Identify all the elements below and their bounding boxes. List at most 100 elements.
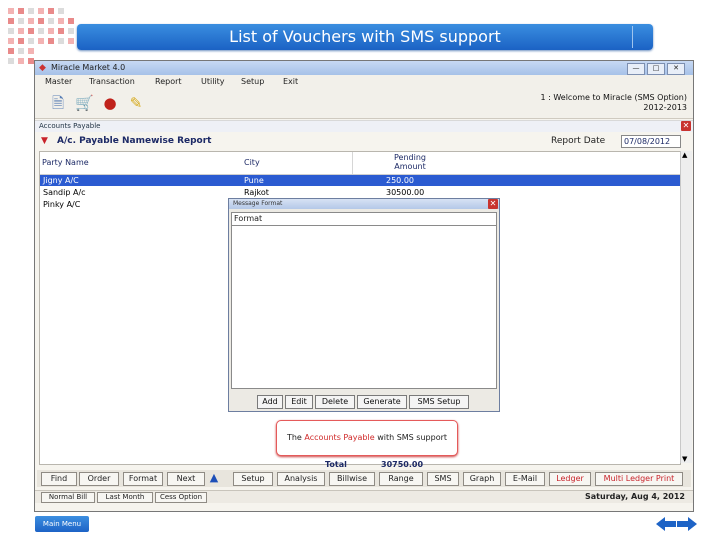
decorative-dot <box>58 38 64 44</box>
callout-suffix: with SMS support <box>377 433 448 442</box>
find-button[interactable]: Find <box>41 472 77 486</box>
next-button[interactable]: Next <box>167 472 205 486</box>
maximize-button[interactable]: □ <box>647 63 665 75</box>
decorative-dot <box>38 38 44 44</box>
decorative-dot <box>18 48 24 54</box>
email-button[interactable]: E-Mail <box>505 472 545 486</box>
menu-exit[interactable]: Exit <box>283 75 298 88</box>
status-date: Saturday, Aug 4, 2012 <box>585 492 685 501</box>
new-document-icon[interactable]: 🗎 <box>49 94 67 112</box>
dropdown-arrow-icon[interactable]: ▼ <box>41 133 48 149</box>
message-format-dialog: Message Format ✕ Format Add Edit Delete … <box>228 198 500 412</box>
analysis-button[interactable]: Analysis <box>277 472 325 486</box>
decorative-dot <box>28 8 34 14</box>
edit-button[interactable]: Edit <box>285 395 313 409</box>
billwise-button[interactable]: Billwise <box>329 472 375 486</box>
last-month-button[interactable]: Last Month <box>97 492 153 503</box>
decorative-dot <box>68 38 74 44</box>
decorative-dot <box>28 38 34 44</box>
menu-report[interactable]: Report <box>155 75 182 88</box>
delete-button[interactable]: Delete <box>315 395 355 409</box>
graph-button[interactable]: Graph <box>463 472 501 486</box>
decorative-dot <box>8 48 14 54</box>
menu-utility[interactable]: Utility <box>201 75 225 88</box>
order-button[interactable]: Order <box>79 472 119 486</box>
report-date-label: Report Date <box>551 136 606 146</box>
callout-highlight: Accounts Payable <box>304 433 375 442</box>
column-header-party-name[interactable]: Party Name <box>42 158 89 167</box>
menu-setup[interactable]: Setup <box>241 75 264 88</box>
decorative-dot <box>8 8 14 14</box>
decorative-dot <box>28 28 34 34</box>
close-button[interactable]: ✕ <box>667 63 685 75</box>
grid-vertical-scrollbar[interactable]: ▲ ▼ <box>680 151 692 463</box>
decorative-dot <box>8 58 14 64</box>
total-label: Total <box>325 460 347 469</box>
cell-party: Sandip A/c <box>43 188 86 197</box>
accounts-payable-close-button[interactable]: ✕ <box>681 121 691 131</box>
decorative-dot <box>18 28 24 34</box>
callout-prefix: The <box>286 433 302 442</box>
range-button[interactable]: Range <box>379 472 423 486</box>
normal-bill-button[interactable]: Normal Bill <box>41 492 95 503</box>
minimize-button[interactable]: — <box>627 63 645 75</box>
menu-master[interactable]: Master <box>45 75 72 88</box>
up-triangle-icon[interactable]: ▲ <box>207 472 221 484</box>
decorative-dot <box>8 18 14 24</box>
toolbar: 🗎 🛒 ● ✎ 1 : Welcome to Miracle (SMS Opti… <box>35 88 693 119</box>
welcome-line-1: 1 : Welcome to Miracle (SMS Option) <box>540 93 687 102</box>
slide-title: List of Vouchers with SMS support <box>229 27 501 46</box>
decorative-dot <box>48 38 54 44</box>
message-format-title: Message Format <box>233 200 283 207</box>
cell-party: Jigny A/C <box>43 176 79 185</box>
app-title-bar: ◆ Miracle Market 4.0 — □ ✕ <box>35 61 693 75</box>
report-title: A/c. Payable Namewise Report <box>57 136 212 146</box>
decorative-dot <box>58 8 64 14</box>
decorative-dot <box>28 48 34 54</box>
format-column-header: Format <box>231 212 497 226</box>
setup-button[interactable]: Setup <box>233 472 273 486</box>
welcome-line-2: 2012-2013 <box>643 103 687 112</box>
message-format-close-button[interactable]: ✕ <box>488 199 498 209</box>
table-row[interactable]: Jigny A/C Pune 250.00 <box>40 175 680 186</box>
status-bar: Normal Bill Last Month Cess Option Satur… <box>35 490 693 503</box>
cess-option-button[interactable]: Cess Option <box>155 492 207 503</box>
scroll-up-icon[interactable]: ▲ <box>682 151 687 159</box>
column-header-pending-amount[interactable]: Pending Amount <box>382 153 438 171</box>
cart-icon[interactable]: 🛒 <box>75 94 94 112</box>
sms-setup-button[interactable]: SMS Setup <box>409 395 469 409</box>
format-button[interactable]: Format <box>123 472 163 486</box>
slide-title-bar: List of Vouchers with SMS support <box>77 24 653 50</box>
accounts-payable-titlebar: Accounts Payable ✕ <box>35 120 693 132</box>
generate-button[interactable]: Generate <box>357 395 407 409</box>
add-button[interactable]: Add <box>257 395 283 409</box>
next-arrow-icon[interactable] <box>677 517 697 531</box>
decorative-dot <box>58 18 64 24</box>
menu-transaction[interactable]: Transaction <box>89 75 135 88</box>
report-date-field[interactable]: 07/08/2012 <box>621 135 681 148</box>
decorative-dot <box>18 8 24 14</box>
column-header-city[interactable]: City <box>244 158 260 167</box>
money-bag-icon[interactable]: ● <box>101 94 119 112</box>
previous-arrow-icon[interactable] <box>656 517 676 531</box>
edit-note-icon[interactable]: ✎ <box>127 94 145 112</box>
decorative-dot <box>38 28 44 34</box>
table-row[interactable]: Sandip A/c Rajkot 30500.00 <box>40 187 680 198</box>
decorative-dot <box>18 58 24 64</box>
decorative-dot-grid <box>8 8 78 68</box>
app-window-title: Miracle Market 4.0 <box>51 63 126 72</box>
welcome-message: 1 : Welcome to Miracle (SMS Option) 2012… <box>540 93 687 113</box>
main-menu-button[interactable]: Main Menu <box>35 516 89 532</box>
decorative-dot <box>28 18 34 24</box>
ledger-button[interactable]: Ledger <box>549 472 591 486</box>
callout-note: The Accounts Payable with SMS support <box>276 420 458 456</box>
cell-amount: 30500.00 <box>386 188 425 197</box>
format-list[interactable] <box>231 225 497 389</box>
decorative-dot <box>18 18 24 24</box>
cell-amount: 250.00 <box>386 176 414 185</box>
multi-ledger-print-button[interactable]: Multi Ledger Print <box>595 472 683 486</box>
decorative-dot <box>38 18 44 24</box>
bottom-button-bar: Find Order Format Next ▲ Setup Analysis … <box>37 470 691 487</box>
cell-party: Pinky A/C <box>43 200 81 209</box>
sms-button[interactable]: SMS <box>427 472 459 486</box>
